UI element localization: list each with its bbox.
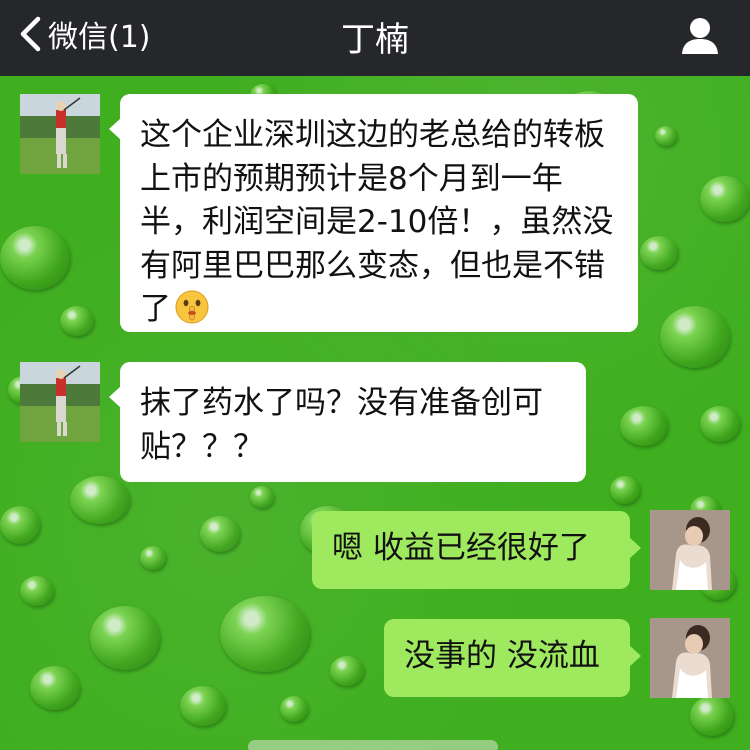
incoming-message-bubble[interactable]: 这个企业深圳这边的老总给的转板上市的预期预计是8个月到一年半，利润空间是2-10… xyxy=(109,94,638,332)
message-text: 抹了药水了吗？没有准备创可贴？？？ xyxy=(140,385,543,465)
chevron-left-icon xyxy=(20,16,41,52)
woman-portrait-photo xyxy=(650,510,730,590)
outgoing-message-bubble[interactable]: 没事的 没流血 xyxy=(384,619,641,697)
contact-avatar[interactable] xyxy=(20,94,100,174)
my-avatar[interactable] xyxy=(650,618,730,698)
navigation-bar: 微信(1) 丁楠 xyxy=(0,0,750,76)
incoming-message-bubble[interactable]: 抹了药水了吗？没有准备创可贴？？？ xyxy=(109,362,586,482)
golfer-photo xyxy=(20,362,100,442)
back-button[interactable]: 微信(1) xyxy=(18,14,151,55)
message-text: 没事的 没流血 xyxy=(404,638,600,674)
chat-info-button[interactable] xyxy=(680,16,720,56)
input-bar-edge xyxy=(248,740,498,750)
chat-title: 丁楠 xyxy=(341,20,409,60)
outgoing-message-bubble[interactable]: 嗯 收益已经很好了 xyxy=(312,511,641,589)
shush-face-emoji xyxy=(175,290,209,324)
my-avatar[interactable] xyxy=(650,510,730,590)
message-text: 这个企业深圳这边的老总给的转板上市的预期预计是8个月到一年半，利润空间是2-10… xyxy=(140,117,614,327)
back-label: 微信(1) xyxy=(48,20,151,55)
message-text: 嗯 收益已经很好了 xyxy=(332,530,590,566)
golfer-photo xyxy=(20,94,100,174)
woman-portrait-photo xyxy=(650,618,730,698)
person-icon xyxy=(682,18,718,54)
contact-avatar[interactable] xyxy=(20,362,100,442)
